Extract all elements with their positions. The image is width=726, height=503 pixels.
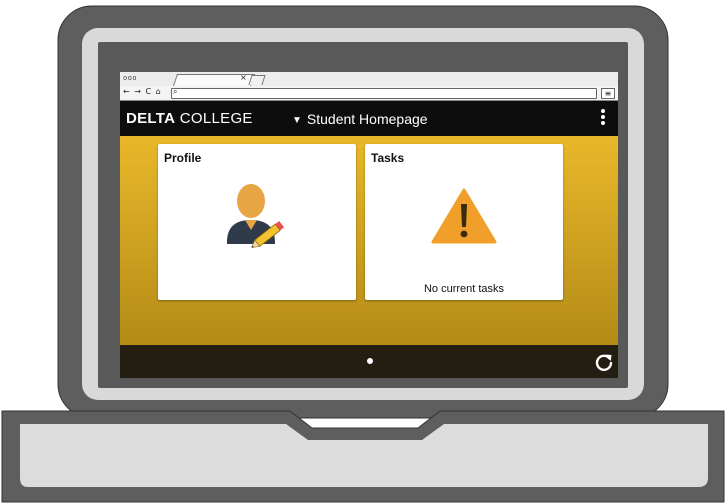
window-controls[interactable]: ooo bbox=[123, 74, 137, 82]
tile-status: No current tasks bbox=[423, 283, 505, 295]
brand-bold: DELTA bbox=[126, 110, 176, 127]
new-tab-button[interactable] bbox=[248, 75, 266, 85]
homepage-selector[interactable]: ▼ Student Homepage bbox=[292, 111, 428, 127]
address-bar[interactable]: ⌕ bbox=[171, 87, 597, 99]
tab-close-icon[interactable]: × bbox=[240, 73, 247, 82]
browser-tab-strip: ooo × bbox=[120, 72, 618, 87]
app-header: DELTA COLLEGE ▼ Student Homepage bbox=[120, 101, 618, 136]
tile-area: Profile Tasks No current tasks bbox=[120, 136, 618, 345]
search-icon: ⌕ bbox=[173, 87, 178, 96]
browser-nav-buttons[interactable]: ← → C ⌂ bbox=[123, 87, 162, 96]
refresh-icon[interactable] bbox=[594, 352, 614, 372]
hamburger-menu-icon[interactable]: ≡ bbox=[601, 88, 615, 99]
laptop-screen: ooo × ← → C ⌂ ⌕ ≡ DELTA COLLEGE ▼ Student… bbox=[120, 72, 618, 378]
tile-title: Profile bbox=[164, 151, 202, 165]
college-logo[interactable]: DELTA COLLEGE bbox=[126, 110, 253, 127]
app-footer bbox=[120, 345, 618, 378]
user-edit-icon bbox=[227, 184, 285, 248]
kebab-menu-icon[interactable] bbox=[598, 109, 608, 129]
brand-rest: COLLEGE bbox=[175, 110, 253, 127]
browser-nav-bar: ← → C ⌂ ⌕ ≡ bbox=[120, 86, 618, 101]
warning-icon bbox=[431, 188, 497, 244]
tasks-tile[interactable]: Tasks No current tasks bbox=[365, 144, 563, 300]
page-indicator-dot[interactable] bbox=[367, 358, 373, 364]
page-title: Student Homepage bbox=[306, 111, 428, 127]
profile-tile[interactable]: Profile bbox=[158, 144, 356, 300]
tile-title: Tasks bbox=[371, 151, 405, 165]
caret-down-icon: ▼ bbox=[292, 115, 302, 126]
